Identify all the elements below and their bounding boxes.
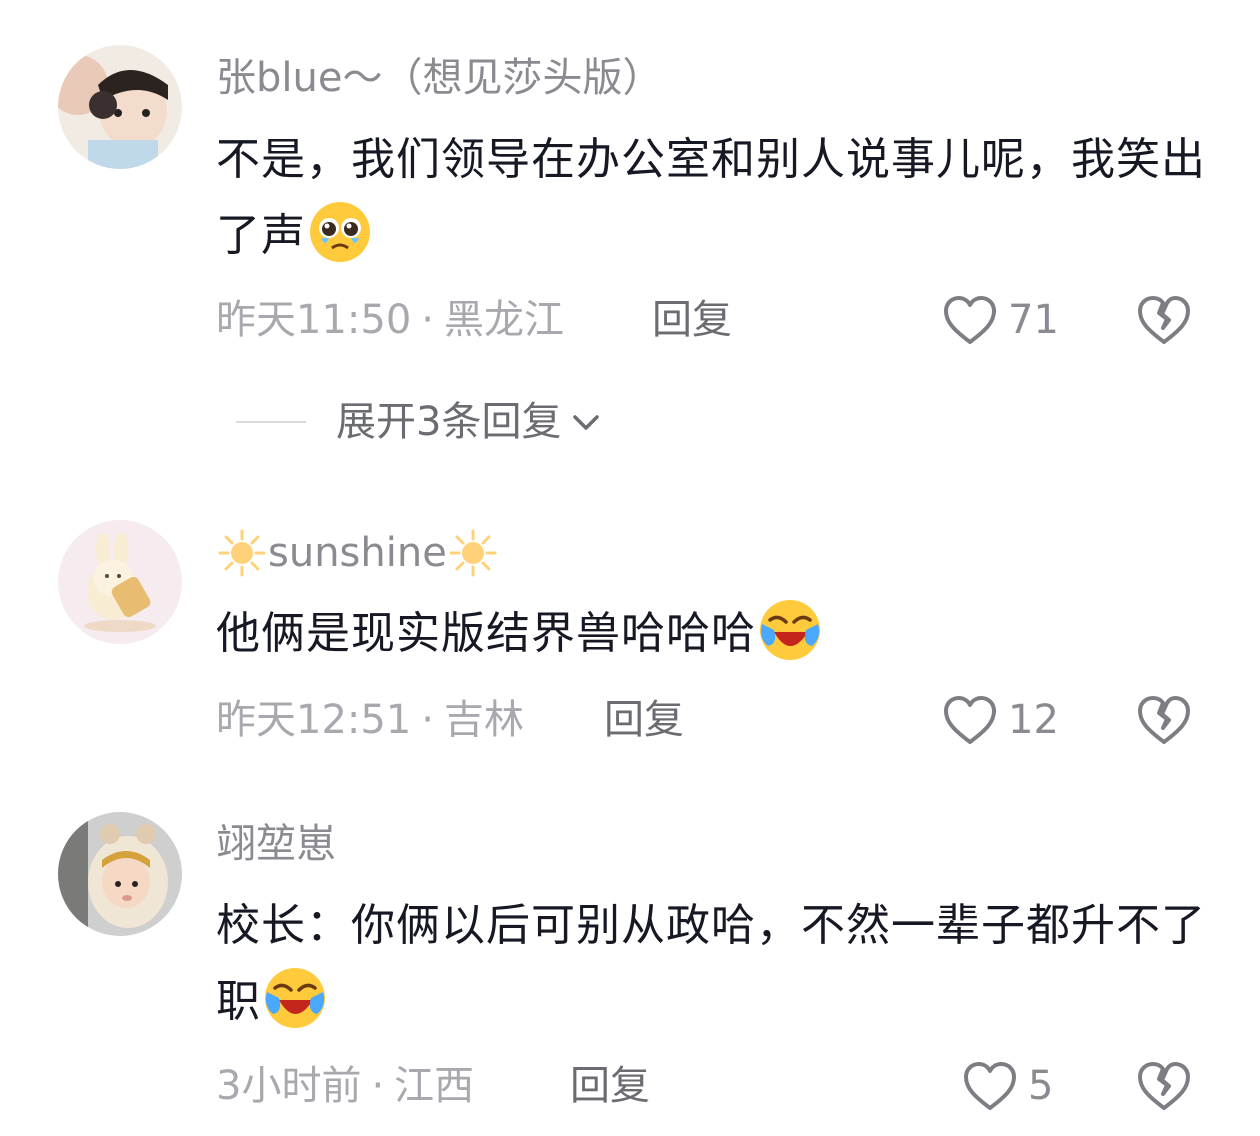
reply-button[interactable]: 回复 — [570, 1060, 650, 1112]
sun-icon — [449, 529, 497, 577]
broken-heart-icon — [1138, 696, 1190, 744]
like-count: 5 — [1028, 1063, 1054, 1109]
comment-text: 他俩是现实版结界兽哈哈哈 — [216, 596, 1226, 672]
timestamp: 昨天11:50 — [216, 297, 412, 343]
chevron-down-icon — [573, 415, 600, 430]
comment-meta: 昨天11:50 · 黑龙江 — [216, 294, 564, 346]
location: 黑龙江 — [444, 297, 564, 343]
comment-text: 不是，我们领导在办公室和别人说事儿呢，我笑出了声 — [216, 122, 1206, 274]
username[interactable]: sunshine — [216, 527, 499, 579]
location: 吉林 — [444, 697, 524, 743]
comment-meta: 3小时前 · 江西 — [216, 1060, 474, 1112]
dislike-button[interactable] — [1136, 694, 1192, 746]
separator: · — [421, 297, 434, 343]
like-count: 12 — [1008, 697, 1059, 743]
comment-text: 校长：你俩以后可别从政哈，不然一辈子都升不了职 — [216, 888, 1216, 1040]
like-button[interactable]: 12 — [942, 694, 1059, 746]
like-button[interactable]: 71 — [942, 294, 1059, 346]
separator: · — [371, 1063, 385, 1109]
comment-text-body: 他俩是现实版结界兽哈哈哈 — [216, 608, 756, 659]
comment-meta: 昨天12:51 · 吉林 — [216, 694, 524, 746]
sun-icon — [218, 529, 266, 577]
like-count: 71 — [1008, 297, 1059, 343]
timestamp: 昨天12:51 — [216, 697, 412, 743]
timestamp: 3小时前 — [216, 1063, 362, 1109]
heart-icon — [964, 1062, 1016, 1110]
reply-button[interactable]: 回复 — [652, 294, 732, 346]
heart-icon — [944, 296, 996, 344]
reply-button[interactable]: 回复 — [604, 694, 684, 746]
heart-icon — [944, 696, 996, 744]
location: 江西 — [394, 1063, 475, 1109]
dislike-button[interactable] — [1136, 1060, 1192, 1112]
avatar[interactable] — [58, 812, 182, 936]
comment-text-body: 校长：你俩以后可别从政哈，不然一辈子都升不了职 — [216, 900, 1206, 1027]
separator: · — [421, 697, 434, 743]
avatar[interactable] — [58, 45, 182, 169]
avatar[interactable] — [58, 520, 182, 644]
pleading-crying-face-icon — [308, 200, 372, 264]
expand-replies-label: 展开3条回复 — [336, 399, 562, 445]
expand-replies-button[interactable]: 展开3条回复 — [236, 396, 603, 448]
dislike-button[interactable] — [1136, 294, 1192, 346]
username-text: sunshine — [268, 530, 447, 576]
like-button[interactable]: 5 — [962, 1060, 1053, 1112]
username[interactable]: 张blue～（想见莎头版） — [216, 52, 662, 104]
broken-heart-icon — [1138, 296, 1190, 344]
username[interactable]: 翊堃崽 — [216, 818, 336, 870]
laughing-crying-face-icon — [758, 598, 822, 662]
broken-heart-icon — [1138, 1062, 1190, 1110]
divider — [236, 421, 306, 423]
laughing-crying-face-icon — [263, 966, 327, 1030]
